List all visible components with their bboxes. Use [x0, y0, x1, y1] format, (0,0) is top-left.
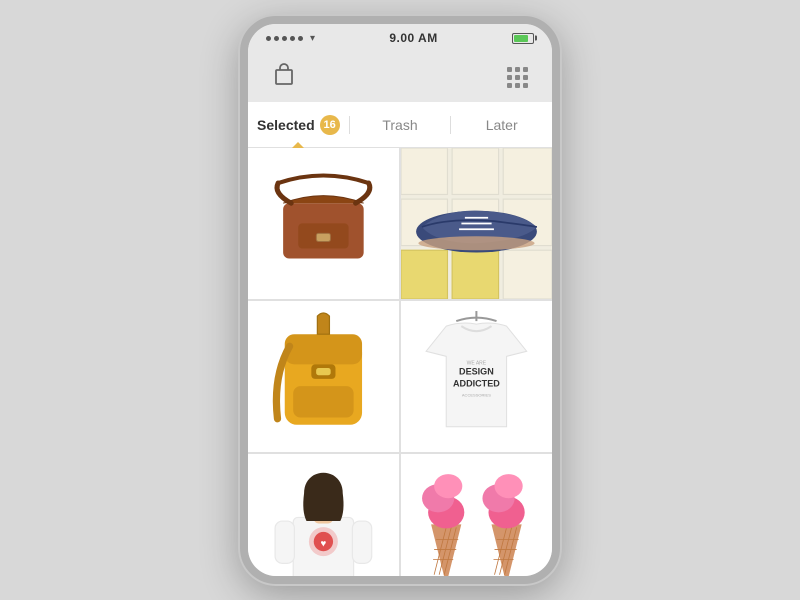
icecream-image: [416, 469, 537, 576]
top-nav: [248, 52, 552, 102]
product-item-yellow-backpack[interactable]: [248, 301, 399, 452]
woman-shirt-image: ♥ WONDER WOMAN: [263, 469, 384, 576]
selected-badge: 16: [320, 115, 340, 135]
tab-trash-label: Trash: [382, 117, 417, 133]
svg-text:♥: ♥: [321, 538, 327, 549]
signal-dot-2: [274, 36, 279, 41]
svg-text:ACCESSORIES: ACCESSORIES: [462, 393, 491, 398]
product-item-icecream[interactable]: [401, 454, 552, 576]
tab-later[interactable]: Later: [451, 102, 552, 147]
battery-area: [512, 33, 534, 44]
tile-background: [401, 148, 552, 299]
signal-dot-3: [282, 36, 287, 41]
status-time: 9.00 AM: [389, 31, 437, 45]
product-item-brown-bag[interactable]: [248, 148, 399, 299]
tabs-bar: Selected 16 Trash Later: [248, 102, 552, 148]
signal-dot-5: [298, 36, 303, 41]
wifi-icon: ▾: [310, 33, 315, 44]
svg-text:ADDICTED: ADDICTED: [453, 379, 500, 389]
tab-later-label: Later: [486, 117, 518, 133]
tshirt-image: WE ARE DESIGN ADDICTED ACCESSORIES: [416, 316, 537, 437]
shop-icon[interactable]: [272, 62, 296, 92]
phone-frame: ▾ 9.00 AM: [240, 16, 560, 584]
signal-dot-1: [266, 36, 271, 41]
signal-area: ▾: [266, 33, 315, 44]
svg-text:DESIGN: DESIGN: [459, 366, 494, 376]
battery-fill: [514, 35, 528, 42]
tab-selected-label: Selected: [257, 117, 315, 133]
yellow-backpack-image: [263, 316, 384, 437]
product-item-blue-shoe[interactable]: [401, 148, 552, 299]
tab-trash[interactable]: Trash: [350, 102, 451, 147]
product-grid-content: WE ARE DESIGN ADDICTED ACCESSORIES: [248, 148, 552, 576]
product-item-tshirt[interactable]: WE ARE DESIGN ADDICTED ACCESSORIES: [401, 301, 552, 452]
status-bar: ▾ 9.00 AM: [248, 24, 552, 52]
signal-dot-4: [290, 36, 295, 41]
product-grid: WE ARE DESIGN ADDICTED ACCESSORIES: [248, 148, 552, 576]
battery-icon: [512, 33, 534, 44]
grid-icon[interactable]: [507, 67, 528, 88]
brown-bag-image: [263, 163, 384, 284]
product-item-woman-shirt[interactable]: ♥ WONDER WOMAN: [248, 454, 399, 576]
tab-selected[interactable]: Selected 16: [248, 102, 349, 147]
